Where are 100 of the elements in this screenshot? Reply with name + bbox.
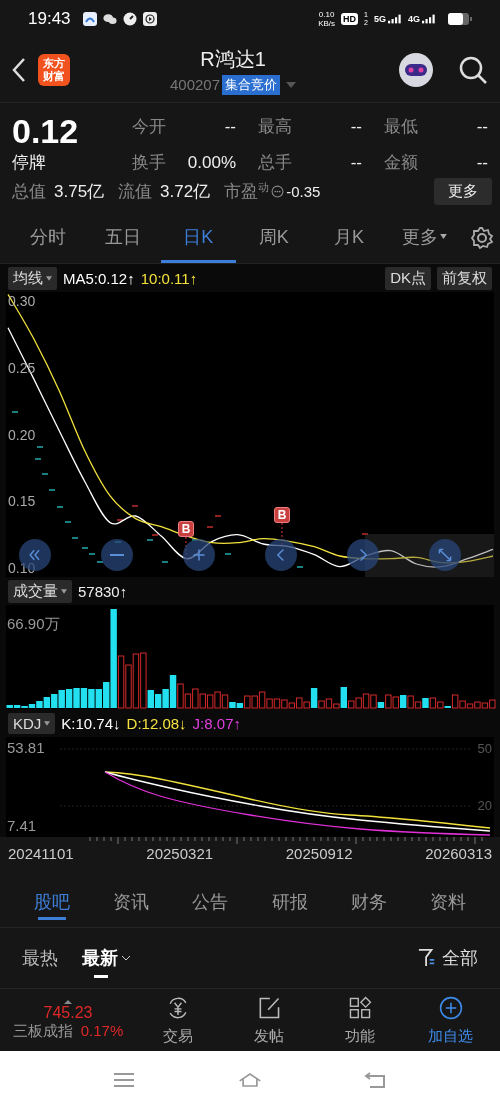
network-type: 5G bbox=[373, 14, 386, 24]
add-icon bbox=[437, 994, 464, 1021]
bottom-action[interactable]: 功能 bbox=[314, 994, 405, 1046]
candle-mark bbox=[34, 458, 42, 460]
chat-app-icon bbox=[102, 12, 117, 26]
menu-icon[interactable] bbox=[112, 1071, 136, 1089]
auction-tag: 集合竞价 bbox=[222, 74, 281, 95]
filter-icon[interactable] bbox=[418, 948, 436, 968]
buy-marker: B bbox=[274, 507, 290, 523]
moving-average-reading: 10:0.11↑ bbox=[140, 269, 198, 287]
settings-icon[interactable] bbox=[469, 226, 494, 250]
caret-icon bbox=[61, 588, 67, 594]
minus-icon bbox=[109, 553, 125, 557]
stat-value: -- bbox=[476, 152, 488, 173]
network-type: 4G bbox=[408, 14, 420, 24]
sort-option[interactable]: 最热 bbox=[22, 938, 58, 978]
search-icon[interactable] bbox=[458, 55, 488, 85]
content-tab[interactable]: 资料 bbox=[408, 877, 488, 927]
period-tab[interactable]: 更多 bbox=[386, 213, 462, 263]
expand-icon bbox=[437, 547, 453, 563]
stat-label: 总值 bbox=[12, 181, 46, 203]
trading-status: 停牌 bbox=[12, 152, 47, 174]
moving-average-reading: MA5:0.12↑ bbox=[63, 269, 135, 287]
period-tab[interactable]: 五日 bbox=[85, 213, 161, 263]
more-button[interactable]: 更多 bbox=[434, 178, 492, 205]
axis-label: 50 bbox=[477, 741, 492, 757]
robot-icon[interactable] bbox=[396, 50, 436, 90]
stat-value: 0.00% bbox=[187, 152, 236, 173]
period-tab[interactable]: 分时 bbox=[10, 213, 86, 263]
candle-mark bbox=[224, 553, 232, 555]
battery-icon bbox=[448, 13, 472, 25]
stat-label: 最低 bbox=[384, 116, 418, 138]
content-tab[interactable]: 资讯 bbox=[91, 877, 171, 927]
gauge-app-icon bbox=[122, 12, 137, 26]
info-icon[interactable] bbox=[271, 185, 285, 198]
home-icon[interactable] bbox=[238, 1071, 262, 1089]
candle-mark bbox=[56, 506, 64, 508]
axis-label: 0.15 bbox=[8, 493, 36, 510]
content-tab[interactable]: 研报 bbox=[250, 877, 330, 927]
kdj-reading: K:10.74↓ bbox=[61, 714, 121, 732]
axis-label: 20 bbox=[477, 798, 492, 814]
bottom-action[interactable]: 发帖 bbox=[223, 994, 314, 1046]
stat-value: 3.72亿 bbox=[160, 181, 211, 203]
stat-label: 换手 bbox=[132, 151, 166, 174]
dk-point-button[interactable]: DK点 bbox=[385, 266, 431, 290]
indicator-dropdown[interactable]: 成交量 bbox=[8, 579, 72, 603]
chevron-down-icon bbox=[121, 955, 131, 961]
signal-icon bbox=[422, 14, 436, 24]
candle-mark bbox=[36, 446, 44, 448]
date-label: 20241101 bbox=[8, 845, 74, 862]
bottom-action[interactable]: 加自选 bbox=[405, 994, 496, 1046]
index-name: 三板成指 bbox=[12, 1021, 73, 1041]
stat-value: -- bbox=[224, 117, 236, 137]
stat-value: 3.75亿 bbox=[54, 181, 105, 203]
caret-icon[interactable] bbox=[286, 81, 297, 88]
period-tab[interactable]: 周K bbox=[236, 213, 312, 263]
candle-mark bbox=[206, 526, 214, 528]
axis-label: 0.10 bbox=[8, 560, 36, 577]
index-change: 0.17% bbox=[80, 1021, 124, 1041]
axis-label: 7.41 bbox=[7, 817, 37, 834]
indicator-dropdown[interactable]: KDJ bbox=[8, 712, 56, 734]
stock-price: 0.12 bbox=[12, 111, 80, 151]
stat-label: 今开 bbox=[132, 116, 166, 138]
caret-icon bbox=[439, 234, 447, 239]
date-label: 20250321 bbox=[146, 845, 214, 862]
back-icon[interactable] bbox=[12, 57, 26, 83]
kdj-reading: D:12.08↓ bbox=[126, 714, 187, 732]
candle-mark bbox=[64, 521, 72, 523]
candle-mark bbox=[48, 489, 56, 491]
stat-value: -0.35 bbox=[286, 183, 321, 200]
bottom-action[interactable]: 交易 bbox=[132, 994, 223, 1046]
cloud-app-icon bbox=[82, 12, 97, 26]
status-time: 19:43 bbox=[28, 9, 71, 29]
speed-unit: KB/s bbox=[318, 19, 336, 28]
candle-mark bbox=[361, 533, 369, 535]
stat-label: 总手 bbox=[258, 151, 292, 174]
filter-button[interactable]: 全部 bbox=[442, 946, 478, 970]
candle-mark bbox=[116, 519, 124, 521]
period-tab[interactable]: 月K bbox=[311, 213, 387, 263]
content-tab[interactable]: 公告 bbox=[170, 877, 250, 927]
date-label: 20260313 bbox=[425, 845, 492, 862]
dynamic-mark: 动 bbox=[258, 180, 270, 193]
adjust-button[interactable]: 前复权 bbox=[437, 266, 492, 290]
date-label: 20250912 bbox=[285, 845, 353, 862]
stock-title: R鸿达1 bbox=[200, 46, 266, 72]
hd-badge: HD bbox=[341, 13, 359, 25]
content-tab[interactable]: 财务 bbox=[329, 877, 409, 927]
expand-caret-icon[interactable] bbox=[64, 999, 72, 1004]
signal-icon bbox=[388, 14, 402, 24]
stock-code: 400207 bbox=[169, 76, 221, 93]
candle-mark bbox=[296, 566, 304, 568]
play-app-icon bbox=[142, 12, 157, 26]
candle-mark bbox=[41, 473, 49, 475]
candle-mark bbox=[131, 505, 139, 507]
stat-value: -- bbox=[350, 117, 362, 137]
stat-value: -- bbox=[350, 152, 362, 173]
indicator-dropdown[interactable]: 均线 bbox=[8, 266, 57, 290]
plus-icon bbox=[191, 547, 207, 563]
stat-label: 流值 bbox=[118, 181, 153, 203]
stat-label: 金额 bbox=[384, 151, 418, 174]
